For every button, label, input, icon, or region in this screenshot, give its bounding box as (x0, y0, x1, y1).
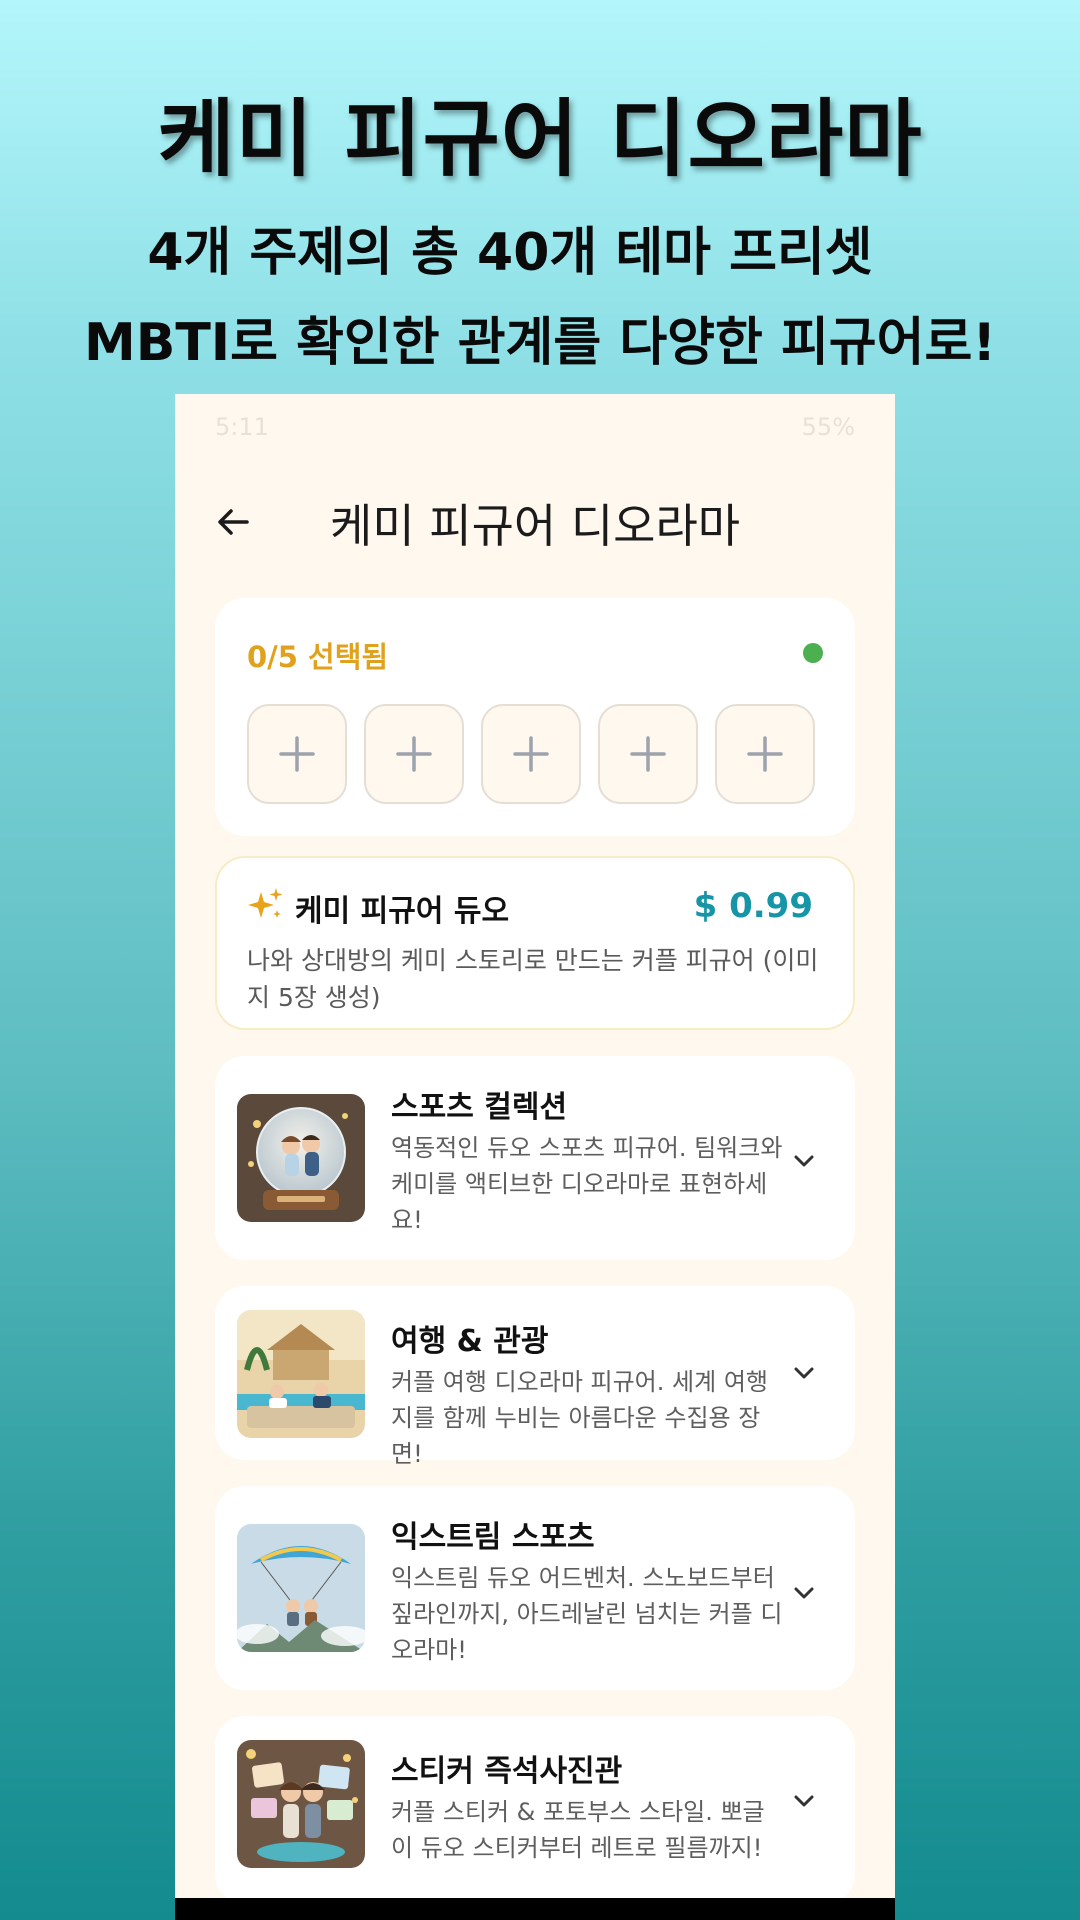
status-bar: 5:11 55% (215, 412, 855, 442)
arrow-left-icon (218, 509, 249, 535)
add-slot-button[interactable] (364, 704, 464, 804)
category-title: 익스트림 스포츠 (391, 1520, 595, 1555)
add-slot-button[interactable] (598, 704, 698, 804)
add-slot-button[interactable] (715, 704, 815, 804)
status-battery: 55% (801, 413, 855, 441)
category-description: 역동적인 듀오 스포츠 피규어. 팀워크와 케미를 액티브한 디오라마로 표현하… (391, 1134, 783, 1234)
promo-title: 케미 피규어 디오라마 (157, 90, 923, 188)
selection-slots (247, 704, 815, 804)
status-dot (803, 643, 823, 663)
duo-description: 나와 상대방의 케미 스토리로 만드는 커플 피규어 (이미지 5장 생성) (247, 946, 819, 1012)
category-description: 익스트림 듀오 어드벤처. 스노보드부터 짚라인까지, 아드레날린 넘치는 커플… (391, 1564, 783, 1664)
status-time: 5:11 (215, 413, 269, 441)
category-thumbnail (237, 1310, 365, 1438)
navigation-bar (175, 1898, 895, 1920)
plus-icon (396, 736, 432, 772)
category-description: 커플 스티커 & 포토부스 스타일. 뽀글이 듀오 스티커부터 레트로 필름까지… (391, 1798, 765, 1862)
duo-title: 케미 피규어 듀오 (295, 894, 510, 929)
category-card-extreme[interactable]: 익스트림 스포츠 익스트림 듀오 어드벤처. 스노보드부터 짚라인까지, 아드레… (215, 1486, 855, 1690)
chevron-down-icon[interactable] (789, 1358, 819, 1388)
category-title: 스티커 즉석사진관 (391, 1754, 623, 1789)
chevron-down-icon[interactable] (789, 1786, 819, 1816)
app-bar: 케미 피규어 디오라마 (175, 464, 895, 584)
category-description: 커플 여행 디오라마 피규어. 세계 여행지를 함께 누비는 아름다운 수집용 … (391, 1368, 768, 1468)
selection-card: 0/5 선택됨 (215, 598, 855, 836)
category-thumbnail (237, 1740, 365, 1868)
promo-subtitle-1: 4개 주제의 총 40개 테마 프리셋 (147, 223, 873, 283)
chevron-down-icon[interactable] (789, 1578, 819, 1608)
category-title: 스포츠 컬렉션 (391, 1090, 568, 1125)
selection-count: 0/5 선택됨 (247, 640, 389, 674)
category-card-travel[interactable]: 여행 & 관광 커플 여행 디오라마 피규어. 세계 여행지를 함께 누비는 아… (215, 1286, 855, 1468)
add-slot-button[interactable] (481, 704, 581, 804)
chevron-down-icon[interactable] (789, 1146, 819, 1176)
sparkle-icon (248, 888, 283, 918)
duo-product-card[interactable]: 케미 피규어 듀오 $ 0.99 나와 상대방의 케미 스토리로 만드는 커플 … (215, 856, 855, 1030)
category-thumbnail (237, 1094, 365, 1222)
phone-screen: 5:11 55% 케미 피규어 디오라마 0/5 선택됨 케미 피규어 듀오 $… (175, 394, 895, 1920)
category-title: 여행 & 관광 (391, 1324, 549, 1359)
plus-icon (513, 736, 549, 772)
category-card-sticker[interactable]: 스티커 즉석사진관 커플 스티커 & 포토부스 스타일. 뽀글이 듀오 스티커부… (215, 1716, 855, 1904)
promo-subtitle-2: MBTI로 확인한 관계를 다양한 피규어로! (83, 313, 997, 373)
page-title: 케미 피규어 디오라마 (330, 499, 741, 553)
price-label: $ 0.99 (693, 886, 813, 926)
category-thumbnail (237, 1524, 365, 1652)
plus-icon (279, 736, 315, 772)
plus-icon (630, 736, 666, 772)
back-button[interactable] (203, 492, 263, 552)
category-card-sports[interactable]: 스포츠 컬렉션 역동적인 듀오 스포츠 피규어. 팀워크와 케미를 액티브한 디… (215, 1056, 855, 1260)
add-slot-button[interactable] (247, 704, 347, 804)
plus-icon (747, 736, 783, 772)
